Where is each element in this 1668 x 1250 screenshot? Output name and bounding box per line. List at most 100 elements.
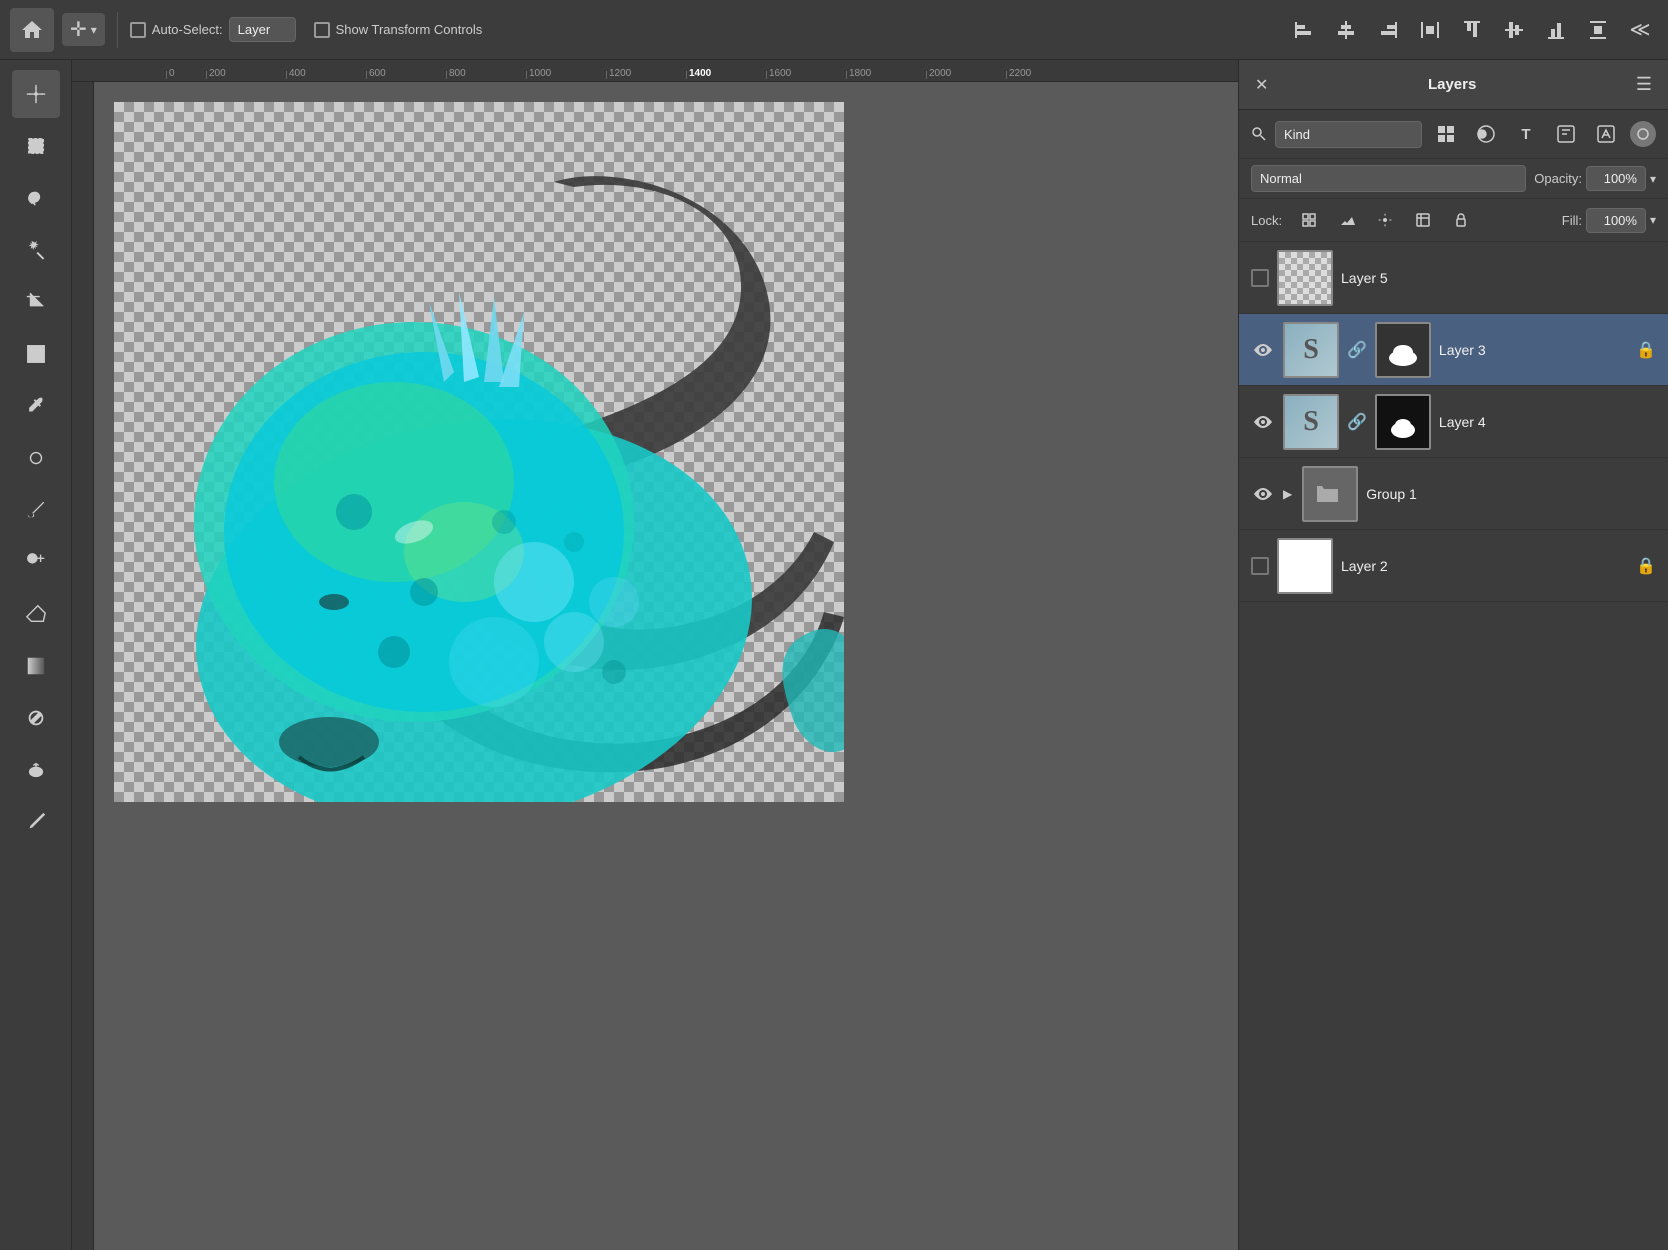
opacity-dropdown-arrow[interactable]: ▾: [1650, 172, 1656, 186]
lock-transparent-button[interactable]: [1294, 205, 1324, 235]
align-centers-h-button[interactable]: [1328, 12, 1364, 48]
panel-menu-button[interactable]: ☰: [1636, 74, 1652, 95]
layer4-visibility-button[interactable]: [1251, 410, 1275, 434]
lock-image-button[interactable]: [1332, 205, 1362, 235]
layer-item-group1[interactable]: ▶ Group 1: [1239, 458, 1668, 530]
filter-type-button[interactable]: T: [1510, 118, 1542, 150]
filter-shape-button[interactable]: [1550, 118, 1582, 150]
layer-list[interactable]: Layer 5 S 🔗 Layer 3 🔒 S: [1239, 242, 1668, 1250]
ruler-mark-200: 200: [206, 71, 286, 79]
layer3-chain-icon: 🔗: [1347, 340, 1367, 360]
lock-all-button[interactable]: [1446, 205, 1476, 235]
ruler-mark-600: 600: [366, 71, 446, 79]
layer4-chain-icon: 🔗: [1347, 412, 1367, 432]
opacity-row: Opacity: 100% ▾: [1534, 166, 1656, 191]
auto-select-dropdown[interactable]: Layer: [229, 17, 296, 42]
fill-value[interactable]: 100%: [1586, 208, 1646, 233]
blend-opacity-row: Normal Opacity: 100% ▾: [1239, 159, 1668, 199]
canvas-area[interactable]: [94, 82, 1238, 1250]
gradient-tool[interactable]: [12, 642, 60, 690]
heal-brush-tool[interactable]: [12, 434, 60, 482]
fill-dropdown-arrow[interactable]: ▾: [1650, 213, 1656, 227]
lasso-tool[interactable]: [12, 174, 60, 222]
filter-adjustment-button[interactable]: [1470, 118, 1502, 150]
dodge-tool[interactable]: [12, 746, 60, 794]
layer-item-layer4[interactable]: S 🔗 Layer 4: [1239, 386, 1668, 458]
align-distribute-h-button[interactable]: [1412, 12, 1448, 48]
show-transform-label: Show Transform Controls: [336, 22, 483, 37]
brush-tool[interactable]: [12, 486, 60, 534]
main-area: 0 200 400 600 800 1000 1200 1400 1600 18…: [0, 60, 1668, 1250]
layer5-visibility-checkbox[interactable]: [1251, 269, 1269, 287]
show-transform-checkbox[interactable]: [314, 22, 330, 38]
frame-tool[interactable]: [12, 330, 60, 378]
filter-toggle-circle[interactable]: [1630, 121, 1656, 147]
lock-artboard-button[interactable]: [1408, 205, 1438, 235]
canvas-wrapper: 0 200 400 600 800 1000 1200 1400 1600 18…: [72, 60, 1238, 1250]
ruler-mark-1800: 1800: [846, 71, 926, 79]
ruler-mark-400: 400: [286, 71, 366, 79]
pen-tool[interactable]: [12, 798, 60, 846]
align-bottom-edges-button[interactable]: [1538, 12, 1574, 48]
left-toolbar: [0, 60, 72, 1250]
crop-tool[interactable]: [12, 278, 60, 326]
auto-select-label: Auto-Select:: [152, 22, 223, 37]
home-button[interactable]: [10, 8, 54, 52]
layer5-name: Layer 5: [1341, 270, 1656, 286]
ruler-mark-800: 800: [446, 71, 526, 79]
align-icons-group: ≪: [1286, 12, 1658, 48]
move-tool-button[interactable]: ✛ ▾: [62, 13, 105, 46]
align-centers-v-button[interactable]: [1496, 12, 1532, 48]
kind-filter-select[interactable]: Kind: [1275, 121, 1422, 148]
layer3-lock-icon: 🔒: [1636, 340, 1656, 360]
ruler-mark-2000: 2000: [926, 71, 1006, 79]
blend-mode-select[interactable]: Normal: [1251, 165, 1526, 192]
layer4-name: Layer 4: [1439, 414, 1656, 430]
filter-pixel-button[interactable]: [1430, 118, 1462, 150]
auto-select-checkbox[interactable]: [130, 22, 146, 38]
opacity-label: Opacity:: [1534, 171, 1582, 186]
ruler-top: 0 200 400 600 800 1000 1200 1400 1600 18…: [72, 60, 1238, 82]
group1-thumbnail: [1302, 466, 1358, 522]
align-right-edges-button[interactable]: [1370, 12, 1406, 48]
layer-item-layer3[interactable]: S 🔗 Layer 3 🔒: [1239, 314, 1668, 386]
ruler-mark-0: 0: [166, 71, 206, 79]
fill-label: Fill:: [1562, 213, 1582, 228]
toolbar-divider-1: [117, 12, 118, 48]
ruler-mark-1200: 1200: [606, 71, 686, 79]
layer3-name: Layer 3: [1439, 342, 1628, 358]
layer-item-layer5[interactable]: Layer 5: [1239, 242, 1668, 314]
move-tool-left[interactable]: [12, 70, 60, 118]
layer2-name: Layer 2: [1341, 558, 1628, 574]
whale-illustration: [114, 102, 844, 802]
layer-item-layer2[interactable]: Layer 2 🔒: [1239, 530, 1668, 602]
layer4-mask-thumbnail: [1375, 394, 1431, 450]
opacity-value[interactable]: 100%: [1586, 166, 1646, 191]
eyedropper-tool[interactable]: [12, 382, 60, 430]
blur-tool[interactable]: [12, 694, 60, 742]
layer2-visibility-checkbox[interactable]: [1251, 557, 1269, 575]
layer5-thumbnail: [1277, 250, 1333, 306]
align-left-edges-button[interactable]: [1286, 12, 1322, 48]
layer2-thumbnail: [1277, 538, 1333, 594]
panel-close-button[interactable]: ✕: [1255, 75, 1268, 95]
ruler-left: [72, 82, 94, 1250]
group1-expand-arrow[interactable]: ▶: [1283, 487, 1292, 501]
marquee-tool[interactable]: [12, 122, 60, 170]
distribute-v-button[interactable]: [1580, 12, 1616, 48]
layer3-visibility-button[interactable]: [1251, 338, 1275, 362]
magic-wand-tool[interactable]: [12, 226, 60, 274]
group1-visibility-button[interactable]: [1251, 482, 1275, 506]
collapse-button[interactable]: ≪: [1622, 12, 1658, 48]
layer3-mask-thumbnail: [1375, 322, 1431, 378]
layers-filter-row: Kind T: [1239, 110, 1668, 159]
eraser-tool[interactable]: [12, 590, 60, 638]
search-icon: [1251, 126, 1267, 142]
filter-smart-button[interactable]: [1590, 118, 1622, 150]
layer4-thumbnail: S: [1283, 394, 1339, 450]
clone-stamp-tool[interactable]: [12, 538, 60, 586]
lock-move-button[interactable]: [1370, 205, 1400, 235]
canvas-and-ruler: [72, 82, 1238, 1250]
align-top-edges-button[interactable]: [1454, 12, 1490, 48]
move-dropdown-arrow: ▾: [91, 23, 97, 37]
